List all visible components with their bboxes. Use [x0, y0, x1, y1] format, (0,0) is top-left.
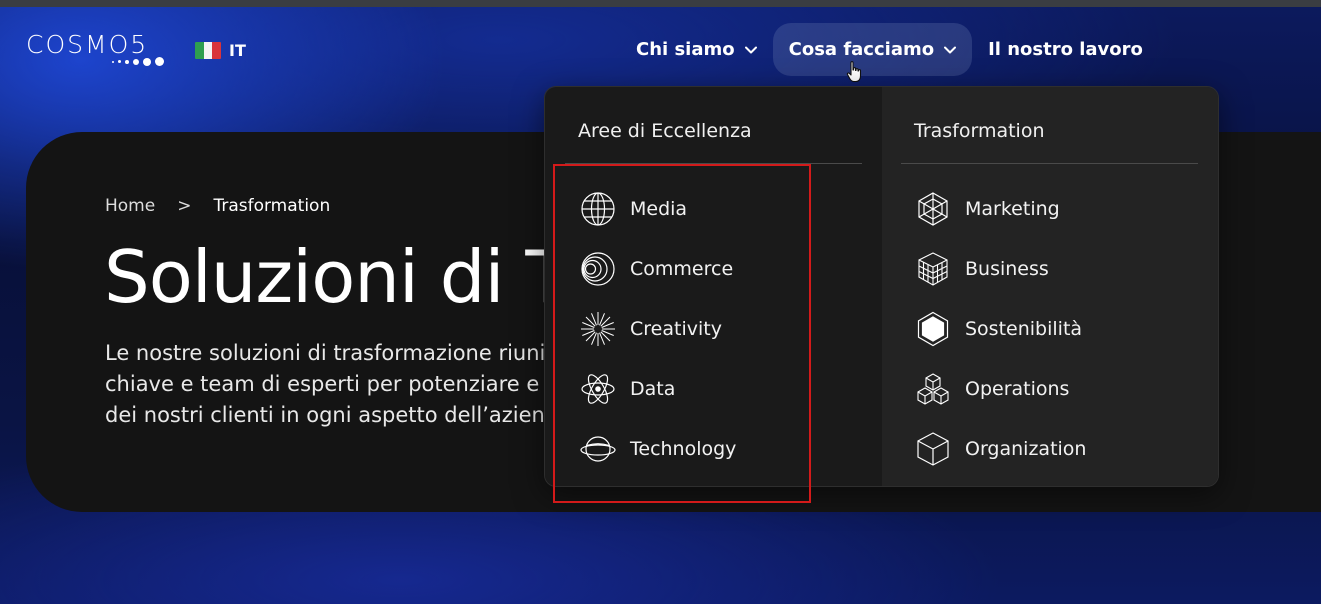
cube-icon [917, 432, 949, 466]
hexagon-solid-icon [917, 311, 949, 347]
cube-grid-icon [918, 252, 948, 286]
main-nav: Chi siamo Cosa facciamo Il nostro lavoro [620, 23, 1159, 76]
cubes-stack-icon [917, 373, 949, 405]
breadcrumb: Home > Trasformation [105, 196, 330, 216]
logo-text: COSMO5 [26, 30, 149, 59]
rings-icon [581, 252, 615, 286]
divider [565, 163, 862, 164]
menu-item-data[interactable]: Data [580, 359, 736, 419]
hero-description-line: Le nostre soluzioni di trasformazione ri… [105, 341, 557, 365]
nav-label: Chi siamo [636, 39, 735, 60]
breadcrumb-current: Trasformation [213, 196, 331, 216]
menu-item-sostenibilita[interactable]: Sostenibilità [915, 299, 1086, 359]
menu-item-commerce[interactable]: Commerce [580, 239, 736, 299]
page-title: Soluzioni di Tr [104, 235, 587, 319]
nav-label: Il nostro lavoro [988, 39, 1143, 60]
hexagon-wire-icon [918, 192, 948, 226]
menu-item-label: Organization [965, 438, 1087, 460]
nav-il-nostro-lavoro[interactable]: Il nostro lavoro [972, 23, 1159, 76]
menu-item-business[interactable]: Business [915, 239, 1086, 299]
menu-item-technology[interactable]: Technology [580, 419, 736, 479]
divider [901, 163, 1198, 164]
chevron-down-icon [944, 46, 957, 53]
menu-item-label: Media [630, 198, 688, 220]
trasformation-column: Trasformation Marketing Business Sosteni… [882, 87, 1218, 486]
logo-dots-decoration [112, 57, 164, 66]
column-title: Aree di Eccellenza [578, 120, 752, 142]
planet-icon [580, 436, 616, 462]
aree-menu-list: Media Commerce Creativity Data Technolog… [580, 179, 736, 479]
menu-item-label: Operations [965, 378, 1070, 400]
cosmo5-logo[interactable]: COSMO5 [26, 30, 172, 70]
globe-icon [581, 192, 615, 226]
menu-item-label: Technology [630, 438, 737, 460]
menu-item-label: Data [630, 378, 676, 400]
menu-item-label: Commerce [630, 258, 734, 280]
italy-flag-icon [195, 42, 221, 59]
aree-di-eccellenza-column: Aree di Eccellenza Media Commerce Creati… [545, 87, 882, 486]
nav-chi-siamo[interactable]: Chi siamo [620, 23, 773, 76]
menu-item-label: Marketing [965, 198, 1060, 220]
hand-cursor-icon [846, 61, 862, 83]
hero-description-line: chiave e team di esperti per potenziare … [105, 372, 567, 396]
browser-top-strip [0, 0, 1321, 7]
cosa-facciamo-dropdown: Aree di Eccellenza Media Commerce Creati… [544, 86, 1219, 487]
menu-item-media[interactable]: Media [580, 179, 736, 239]
language-selector[interactable]: IT [195, 41, 246, 60]
menu-item-label: Sostenibilità [965, 318, 1083, 340]
menu-item-organization[interactable]: Organization [915, 419, 1086, 479]
starburst-icon [581, 312, 615, 346]
chevron-down-icon [744, 46, 757, 53]
hero-description-line: dei nostri clienti in ogni aspetto dell’… [105, 403, 572, 427]
breadcrumb-separator: > [177, 196, 192, 216]
hero-description: Le nostre soluzioni di trasformazione ri… [105, 338, 585, 431]
trasformation-menu-list: Marketing Business Sostenibilità Operati… [915, 179, 1086, 479]
language-code: IT [229, 41, 246, 60]
menu-item-label: Creativity [630, 318, 722, 340]
breadcrumb-home-link[interactable]: Home [105, 196, 155, 216]
menu-item-marketing[interactable]: Marketing [915, 179, 1086, 239]
atom-icon [581, 374, 615, 404]
menu-item-creativity[interactable]: Creativity [580, 299, 736, 359]
nav-cosa-facciamo[interactable]: Cosa facciamo [772, 23, 973, 76]
menu-item-operations[interactable]: Operations [915, 359, 1086, 419]
nav-label: Cosa facciamo [788, 39, 935, 60]
column-title: Trasformation [914, 120, 1045, 142]
menu-item-label: Business [965, 258, 1049, 280]
